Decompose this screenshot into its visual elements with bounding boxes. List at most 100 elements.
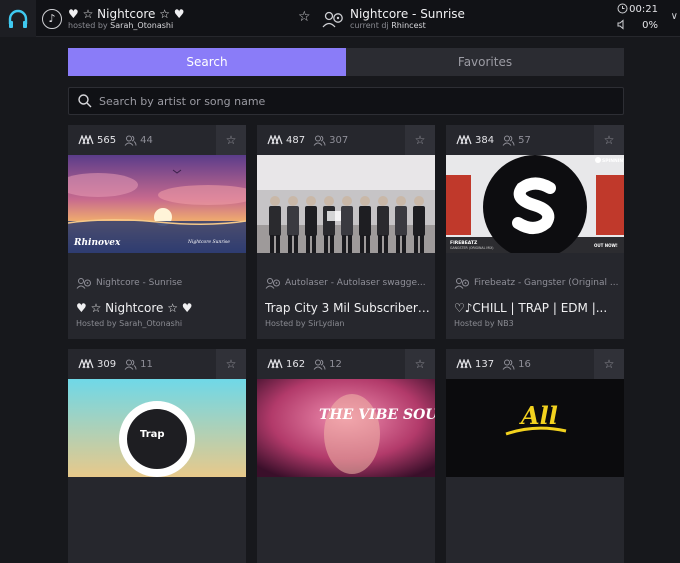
room-song-text: Firebeatz - Gangster (Original ... [474,278,619,288]
room-title: ♡♪CHILL | TRAP | EDM |... [454,301,608,315]
thumb-title-text: All [519,401,558,430]
room-thumbnail[interactable]: Rhinovex Nightcore Sunrise [68,155,246,253]
volume-level[interactable]: 0% [642,20,658,31]
top-bar: ♪ ♥ ☆ Nightcore ☆ ♥ hosted by Sarah_Oton… [0,0,680,37]
favorite-star-button[interactable]: ☆ [216,125,246,155]
users-stat: 11 [124,359,153,370]
clock-icon [617,3,628,17]
now-playing-title: Nightcore - Sunrise [350,6,465,21]
room-thumbnail[interactable]: THE VIBE SOUND [257,379,435,477]
headphones-icon [8,9,28,28]
users-stat: 12 [313,359,342,370]
thumb-watermark: Rhinovex [73,238,121,248]
popularity-count: 487 [286,134,306,146]
favorite-star-button[interactable]: ☆ [594,125,624,155]
room-card[interactable]: 309 11 ☆ Trap [68,349,246,563]
users-icon [502,135,515,146]
star-icon: ☆ [603,133,615,147]
search-box [68,87,624,115]
favorite-star-button[interactable]: ☆ [405,125,435,155]
dj-icon [322,11,343,27]
users-stat: 44 [124,135,153,146]
dj-icon [76,278,91,289]
users-count: 307 [329,134,349,146]
popularity-count: 309 [97,358,117,370]
users-icon [124,359,137,370]
star-icon: ☆ [603,357,615,371]
users-stat: 57 [502,135,531,146]
tab-bar: Search Favorites [68,48,624,76]
popularity-icon [267,359,283,369]
room-thumbnail[interactable]: FIREBEATZ GANGSTER (ORIGINAL MIX) OUT NO… [446,155,624,253]
popularity-count: 384 [475,134,495,146]
thumb-caption: Nightcore Sunrise [187,239,230,245]
room-host-prefix: hosted by [68,20,108,30]
favorite-room-star-icon[interactable]: ☆ [298,9,311,25]
users-icon [313,135,326,146]
popularity-icon [78,135,94,145]
users-count: 44 [140,134,153,146]
users-count: 16 [518,358,531,370]
star-icon: ☆ [414,133,426,147]
popularity-count: 162 [286,358,306,370]
room-card[interactable]: 162 12 ☆ THE VIBE SOUND [257,349,435,563]
thumb-release-text: OUT NOW! [594,243,618,248]
room-title: Trap City 3 Mil Subscriber ... [265,301,430,315]
current-room-info[interactable]: ♪ ♥ ☆ Nightcore ☆ ♥ hosted by Sarah_Oton… [40,0,290,37]
thumb-title-text: THE VIBE SOUND [319,407,435,423]
popularity-icon [78,359,94,369]
popularity-stat: 565 [78,135,116,146]
room-song-text: Autolaser - Autolaser swagge... [285,278,426,288]
room-thumbnail[interactable]: Trap [68,379,246,477]
star-icon: ☆ [225,357,237,371]
room-card[interactable]: 384 57 ☆ FIREBEATZ GANGSTER (ORIGINAL MI… [446,125,624,339]
popularity-stat: 309 [78,359,116,370]
favorite-star-button[interactable]: ☆ [405,349,435,379]
room-current-song: Nightcore - Sunrise [76,277,241,289]
app-logo[interactable] [0,0,36,37]
dj-icon [454,278,469,289]
users-count: 57 [518,134,531,146]
favorite-star-button[interactable]: ☆ [594,349,624,379]
chevron-down-icon[interactable]: ∨ [671,11,678,22]
room-thumbnail[interactable] [257,155,435,253]
search-icon [78,94,92,108]
tab-search[interactable]: Search [68,48,346,76]
room-thumbnail[interactable]: All [446,379,624,477]
users-count: 11 [140,358,153,370]
users-stat: 16 [502,359,531,370]
popularity-count: 137 [475,358,495,370]
popularity-stat: 384 [456,135,494,146]
room-current-song: Autolaser - Autolaser swagge... [265,277,430,289]
dj-name: Rhincest [391,20,426,30]
thumb-label-text: SPINNIN' [602,158,624,164]
tab-favorites[interactable]: Favorites [346,48,624,76]
star-icon: ☆ [225,133,237,147]
music-note-icon: ♪ [42,8,62,29]
thumb-song-text: GANGSTER (ORIGINAL MIX) [450,246,494,250]
popularity-stat: 487 [267,135,305,146]
popularity-icon [456,359,472,369]
popularity-icon [456,135,472,145]
dj-icon [265,278,280,289]
popularity-stat: 162 [267,359,305,370]
now-playing: Nightcore - Sunrise current dj Rhincest [322,0,465,37]
speaker-icon[interactable] [617,19,628,33]
popularity-icon [267,135,283,145]
room-card[interactable]: 565 44 ☆ Rhinovex Nightcore Sunrise Nigh… [68,125,246,339]
users-stat: 307 [313,135,348,146]
search-input[interactable] [99,94,599,108]
room-card[interactable]: 137 16 ☆ All [446,349,624,563]
favorite-star-button[interactable]: ☆ [216,349,246,379]
users-icon [313,359,326,370]
room-name: ♥ ☆ Nightcore ☆ ♥ [68,6,185,21]
room-title: ♥ ☆ Nightcore ☆ ♥ [76,301,193,315]
song-time: 00:21 [629,4,658,15]
room-host: Hosted by Sarah_Otonashi [76,319,183,328]
users-icon [502,359,515,370]
room-card[interactable]: 487 307 ☆ Autolaser - Autolaser swagge..… [257,125,435,339]
room-host: Hosted by SirLydian [265,319,345,328]
svg-text:Trap: Trap [140,429,165,440]
users-icon [124,135,137,146]
popularity-count: 565 [97,134,117,146]
